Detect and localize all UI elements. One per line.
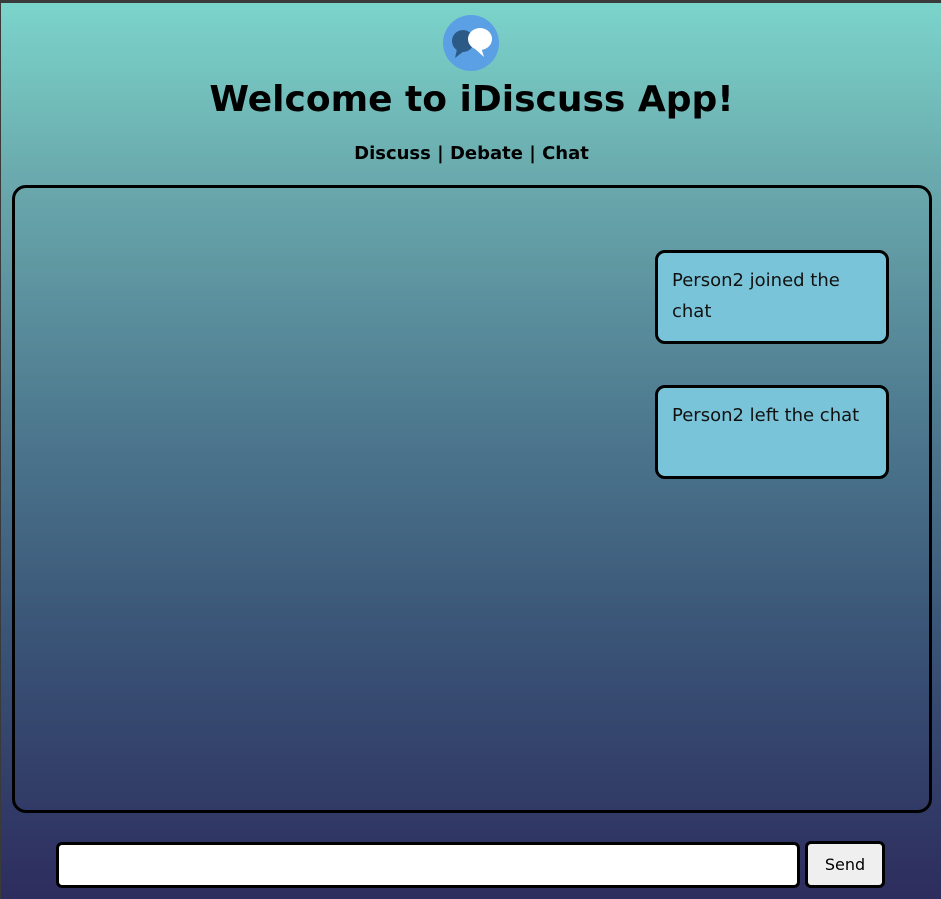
app-logo-icon — [443, 15, 499, 71]
nav-separator: | — [430, 143, 450, 164]
nav-link-discuss[interactable]: Discuss — [354, 143, 431, 164]
main-nav: Discuss | Debate | Chat — [1, 142, 941, 166]
send-button[interactable]: Send — [805, 841, 885, 888]
nav-link-debate[interactable]: Debate — [450, 143, 523, 164]
message-input[interactable] — [56, 842, 800, 888]
speech-bubbles-icon — [452, 28, 492, 58]
chat-message: Person2 joined the chat — [655, 250, 889, 344]
chat-message: Person2 left the chat — [655, 385, 889, 479]
chat-message-text: Person2 joined the chat — [672, 270, 840, 322]
nav-link-chat[interactable]: Chat — [542, 143, 589, 164]
page-title: Welcome to iDiscuss App! — [209, 79, 734, 120]
nav-separator: | — [522, 143, 543, 164]
chat-message-text: Person2 left the chat — [672, 405, 860, 426]
chat-container[interactable]: Person2 joined the chat Person2 left the… — [12, 185, 932, 813]
